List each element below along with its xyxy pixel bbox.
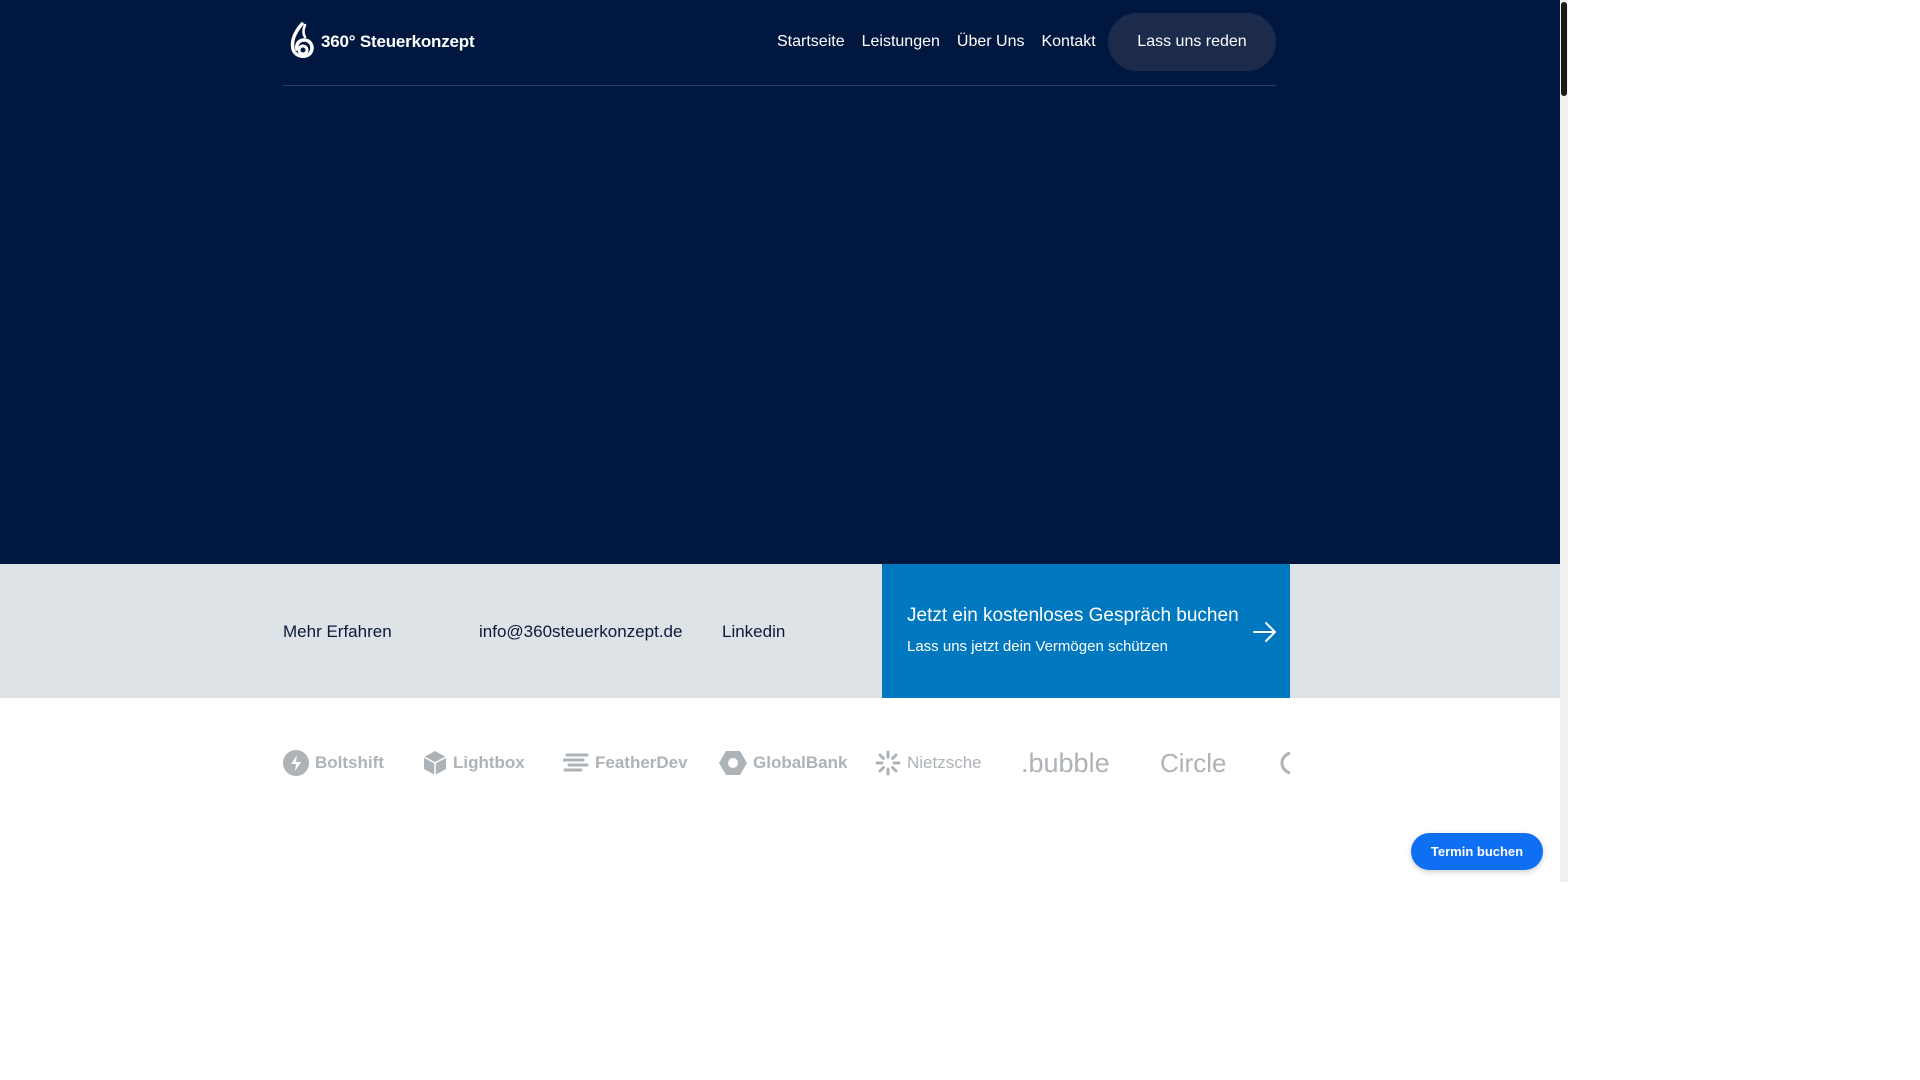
main-nav: Startseite Leistungen Über Uns Kontakt [777,30,1096,54]
brand-label: Lightbox [453,753,525,772]
brand-label: GlobalBank [753,753,848,772]
book-appointment-button[interactable]: Termin buchen [1411,833,1543,870]
brand-partial [1279,740,1290,786]
globe-icon [719,751,747,775]
brand-circle: Circle [1160,740,1226,786]
brand-label: Circle [1160,747,1227,778]
nav-leistungen[interactable]: Leistungen [862,30,940,54]
brand-nietzsche: Nietzsche [875,740,982,786]
arrow-right-icon[interactable] [1252,619,1278,645]
brand-label: FeatherDev [595,753,688,772]
promo-subtitle: Lass uns jetzt dein Vermögen schützen [907,638,1168,655]
promo-title: Jetzt ein kostenloses Gespräch buchen [907,605,1239,626]
brand-lightbox: Lightbox [423,740,525,786]
bolt-icon [283,750,309,776]
brand-boltshift: Boltshift [283,740,384,786]
logo-icon [290,22,314,58]
nav-startseite[interactable]: Startseite [777,30,845,54]
booking-promo[interactable] [882,564,1290,698]
brand-featherdev: FeatherDev [563,740,688,786]
partial-logo-icon [1280,751,1290,775]
site-logo[interactable]: 360° Steuerkonzept [289,22,475,62]
brand-globalbank: GlobalBank [719,740,847,786]
nav-ueber-uns[interactable]: Über Uns [957,30,1025,54]
email-link[interactable]: info@360steuerkonzept.de [479,620,682,644]
brand-label: Nietzsche [907,753,982,772]
scrollbar-track[interactable] [1560,0,1568,882]
linkedin-link[interactable]: Linkedin [722,620,785,644]
talk-button[interactable]: Lass uns reden [1108,13,1276,71]
brand-logo-strip: Boltshift Lightbox FeatherDev GlobalBank… [283,740,1290,786]
learn-more-link[interactable]: Mehr Erfahren [283,620,392,644]
scrollbar-thumb[interactable] [1561,2,1567,96]
header-divider [283,85,1276,86]
brand-label: .bubble [1021,747,1110,778]
brand-label: Boltshift [315,753,384,772]
feather-icon [563,753,589,772]
brand-bubble: .bubble [1021,740,1110,786]
nav-kontakt[interactable]: Kontakt [1041,30,1095,54]
cube-icon [423,751,447,775]
sun-icon [875,750,901,776]
logo-text: 360° Steuerkonzept [321,32,475,51]
